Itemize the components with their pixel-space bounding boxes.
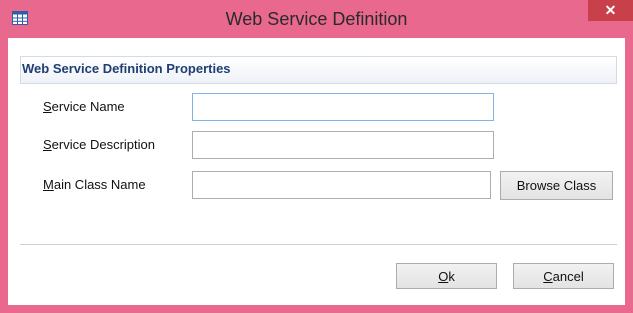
main-class-name-label-mnemonic: M (43, 177, 54, 192)
main-class-name-label: Main Class Name (43, 177, 146, 192)
service-name-label: Service Name (43, 99, 125, 114)
ok-button-mnemonic: O (438, 268, 449, 284)
service-name-label-mnemonic: S (43, 99, 52, 114)
title-bar[interactable]: Web Service Definition ✕ (0, 0, 633, 38)
dialog-content: Web Service Definition Properties Servic… (8, 38, 625, 305)
main-class-name-label-text: ain Class Name (53, 177, 146, 192)
browse-class-button[interactable]: Browse Class (500, 171, 613, 200)
main-class-name-input[interactable] (192, 171, 491, 199)
ok-button[interactable]: Ok (396, 263, 497, 289)
service-description-label-mnemonic: S (43, 137, 52, 152)
service-name-input[interactable] (192, 93, 494, 121)
cancel-button-mnemonic: C (543, 268, 553, 284)
cancel-button-label: ancel (552, 268, 584, 284)
cancel-button[interactable]: Cancel (513, 263, 614, 289)
service-description-label: Service Description (43, 137, 155, 152)
service-description-label-text: ervice Description (51, 137, 155, 152)
ok-button-label: k (448, 268, 455, 284)
dialog-window: Web Service Definition ✕ Web Service Def… (0, 0, 633, 313)
close-button[interactable]: ✕ (588, 0, 633, 21)
separator (20, 244, 617, 245)
window-title: Web Service Definition (225, 9, 408, 29)
service-description-input[interactable] (192, 131, 494, 159)
group-title: Web Service Definition Properties (22, 61, 231, 76)
close-icon: ✕ (604, 2, 617, 18)
service-name-label-text: ervice Name (51, 99, 125, 114)
